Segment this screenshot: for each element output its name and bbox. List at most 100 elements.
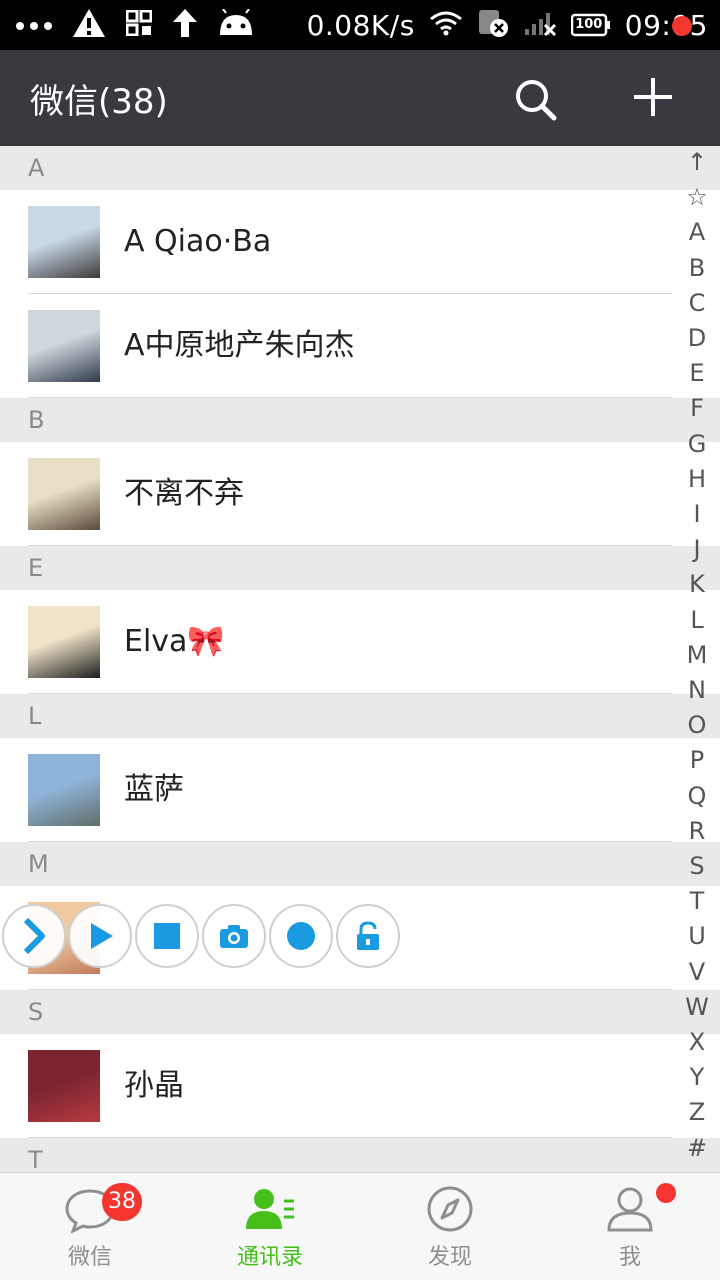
- wifi-icon: [429, 10, 463, 40]
- contacts-icon: [244, 1185, 296, 1233]
- row-divider: [28, 841, 672, 842]
- camera-icon[interactable]: [202, 904, 266, 968]
- contact-row[interactable]: A中原地产朱向杰: [0, 294, 720, 398]
- contact-name: 孙晶: [124, 1068, 184, 1103]
- index-letter[interactable]: G: [680, 430, 714, 458]
- avatar: [28, 206, 100, 278]
- index-letter[interactable]: O: [680, 711, 714, 739]
- contact-name: A Qiao·Ba: [124, 224, 272, 259]
- add-notification-dot: [672, 16, 692, 36]
- index-letter[interactable]: #: [680, 1134, 714, 1162]
- record-icon[interactable]: [269, 904, 333, 968]
- row-divider: [28, 693, 672, 694]
- status-bar: 0.08K/s 100 09:05: [0, 0, 720, 50]
- index-letter[interactable]: R: [680, 817, 714, 845]
- section-header: T: [0, 1138, 720, 1172]
- row-divider: [28, 397, 672, 398]
- contact-name: A中原地产朱向杰: [124, 328, 355, 363]
- profile-icon: [604, 1185, 656, 1233]
- avatar: [28, 754, 100, 826]
- signal-no-service-icon: [523, 9, 557, 41]
- unlock-icon[interactable]: [336, 904, 400, 968]
- index-letter[interactable]: N: [680, 676, 714, 704]
- index-letter[interactable]: F: [680, 394, 714, 422]
- index-letter[interactable]: S: [680, 852, 714, 880]
- section-header: L: [0, 694, 720, 738]
- index-letter[interactable]: Y: [680, 1063, 714, 1091]
- avatar: [28, 310, 100, 382]
- index-letter[interactable]: ☆: [680, 183, 714, 211]
- index-letter[interactable]: D: [680, 324, 714, 352]
- tab-label: 我: [618, 1245, 641, 1270]
- index-letter[interactable]: B: [680, 254, 714, 282]
- alphabet-index[interactable]: ↑ ☆ A B C D E F G H I J K L M N O P Q R S T U V W X Y Z #: [680, 146, 714, 1172]
- index-letter[interactable]: A: [680, 218, 714, 246]
- index-letter[interactable]: Q: [680, 782, 714, 810]
- tab-discover[interactable]: 发现: [360, 1173, 540, 1280]
- contact-name: Elva🎀: [124, 624, 225, 659]
- bottom-nav: 38 微信 通讯录 发现 我: [0, 1172, 720, 1280]
- search-icon[interactable]: [512, 76, 560, 124]
- battery-icon: 100: [570, 13, 611, 37]
- index-letter[interactable]: J: [680, 535, 714, 563]
- compass-icon: [424, 1185, 476, 1233]
- section-header: B: [0, 398, 720, 442]
- row-divider: [28, 1137, 672, 1138]
- more-dots-icon: [16, 16, 52, 35]
- contact-row[interactable]: Elva🎀: [0, 590, 720, 694]
- contact-list[interactable]: AA Qiao·Ba A中原地产朱向杰 B 不离不弃 E Elva🎀 L 蓝萨 M S 孙晶 T: [0, 146, 720, 1172]
- tab-me[interactable]: 我: [540, 1173, 720, 1280]
- tab-chats[interactable]: 38 微信: [0, 1173, 180, 1280]
- battery-level: 100: [575, 17, 603, 32]
- index-letter[interactable]: ↑: [680, 148, 714, 176]
- avatar: [28, 1050, 100, 1122]
- index-letter[interactable]: M: [680, 641, 714, 669]
- avatar: [28, 458, 100, 530]
- contact-name: 蓝萨: [124, 772, 184, 807]
- index-letter[interactable]: L: [680, 606, 714, 634]
- play-icon[interactable]: [68, 904, 132, 968]
- index-letter[interactable]: C: [680, 289, 714, 317]
- section-header: M: [0, 842, 720, 886]
- section-header: S: [0, 990, 720, 1034]
- collapse-arrow-icon[interactable]: [2, 904, 66, 968]
- tab-label: 发现: [427, 1245, 472, 1270]
- index-letter[interactable]: U: [680, 922, 714, 950]
- tab-contacts[interactable]: 通讯录: [180, 1173, 360, 1280]
- row-divider: [28, 989, 672, 990]
- android-icon: [218, 8, 254, 41]
- contact-row[interactable]: 蓝萨: [0, 738, 720, 842]
- page-title: 微信(38): [30, 82, 168, 122]
- warning-icon: [72, 8, 106, 42]
- notification-dot: [656, 1183, 676, 1203]
- section-header: E: [0, 546, 720, 590]
- row-divider: [28, 545, 672, 546]
- stop-icon[interactable]: [135, 904, 199, 968]
- contact-row[interactable]: A Qiao·Ba: [0, 190, 720, 294]
- tab-label: 微信: [67, 1245, 112, 1270]
- index-letter[interactable]: W: [680, 993, 714, 1021]
- sim-no-service-icon: [477, 8, 509, 42]
- upload-arrow-icon: [172, 8, 198, 42]
- section-header: A: [0, 146, 720, 190]
- index-letter[interactable]: I: [680, 500, 714, 528]
- unread-badge: 38: [102, 1183, 142, 1221]
- tab-label: 通讯录: [236, 1245, 303, 1270]
- index-letter[interactable]: E: [680, 359, 714, 387]
- index-letter[interactable]: P: [680, 746, 714, 774]
- index-letter[interactable]: T: [680, 887, 714, 915]
- contact-row[interactable]: 孙晶: [0, 1034, 720, 1138]
- contact-name: 不离不弃: [124, 476, 244, 511]
- contact-row[interactable]: 不离不弃: [0, 442, 720, 546]
- index-letter[interactable]: X: [680, 1028, 714, 1056]
- index-letter[interactable]: Z: [680, 1098, 714, 1126]
- index-letter[interactable]: K: [680, 570, 714, 598]
- index-letter[interactable]: H: [680, 465, 714, 493]
- clock: 09:05: [624, 8, 708, 42]
- index-letter[interactable]: V: [680, 958, 714, 986]
- qr-scan-icon: [125, 9, 153, 40]
- add-icon[interactable]: [628, 72, 678, 122]
- network-speed: 0.08K/s: [306, 8, 415, 42]
- title-bar: 微信(38): [0, 50, 720, 146]
- avatar: [28, 606, 100, 678]
